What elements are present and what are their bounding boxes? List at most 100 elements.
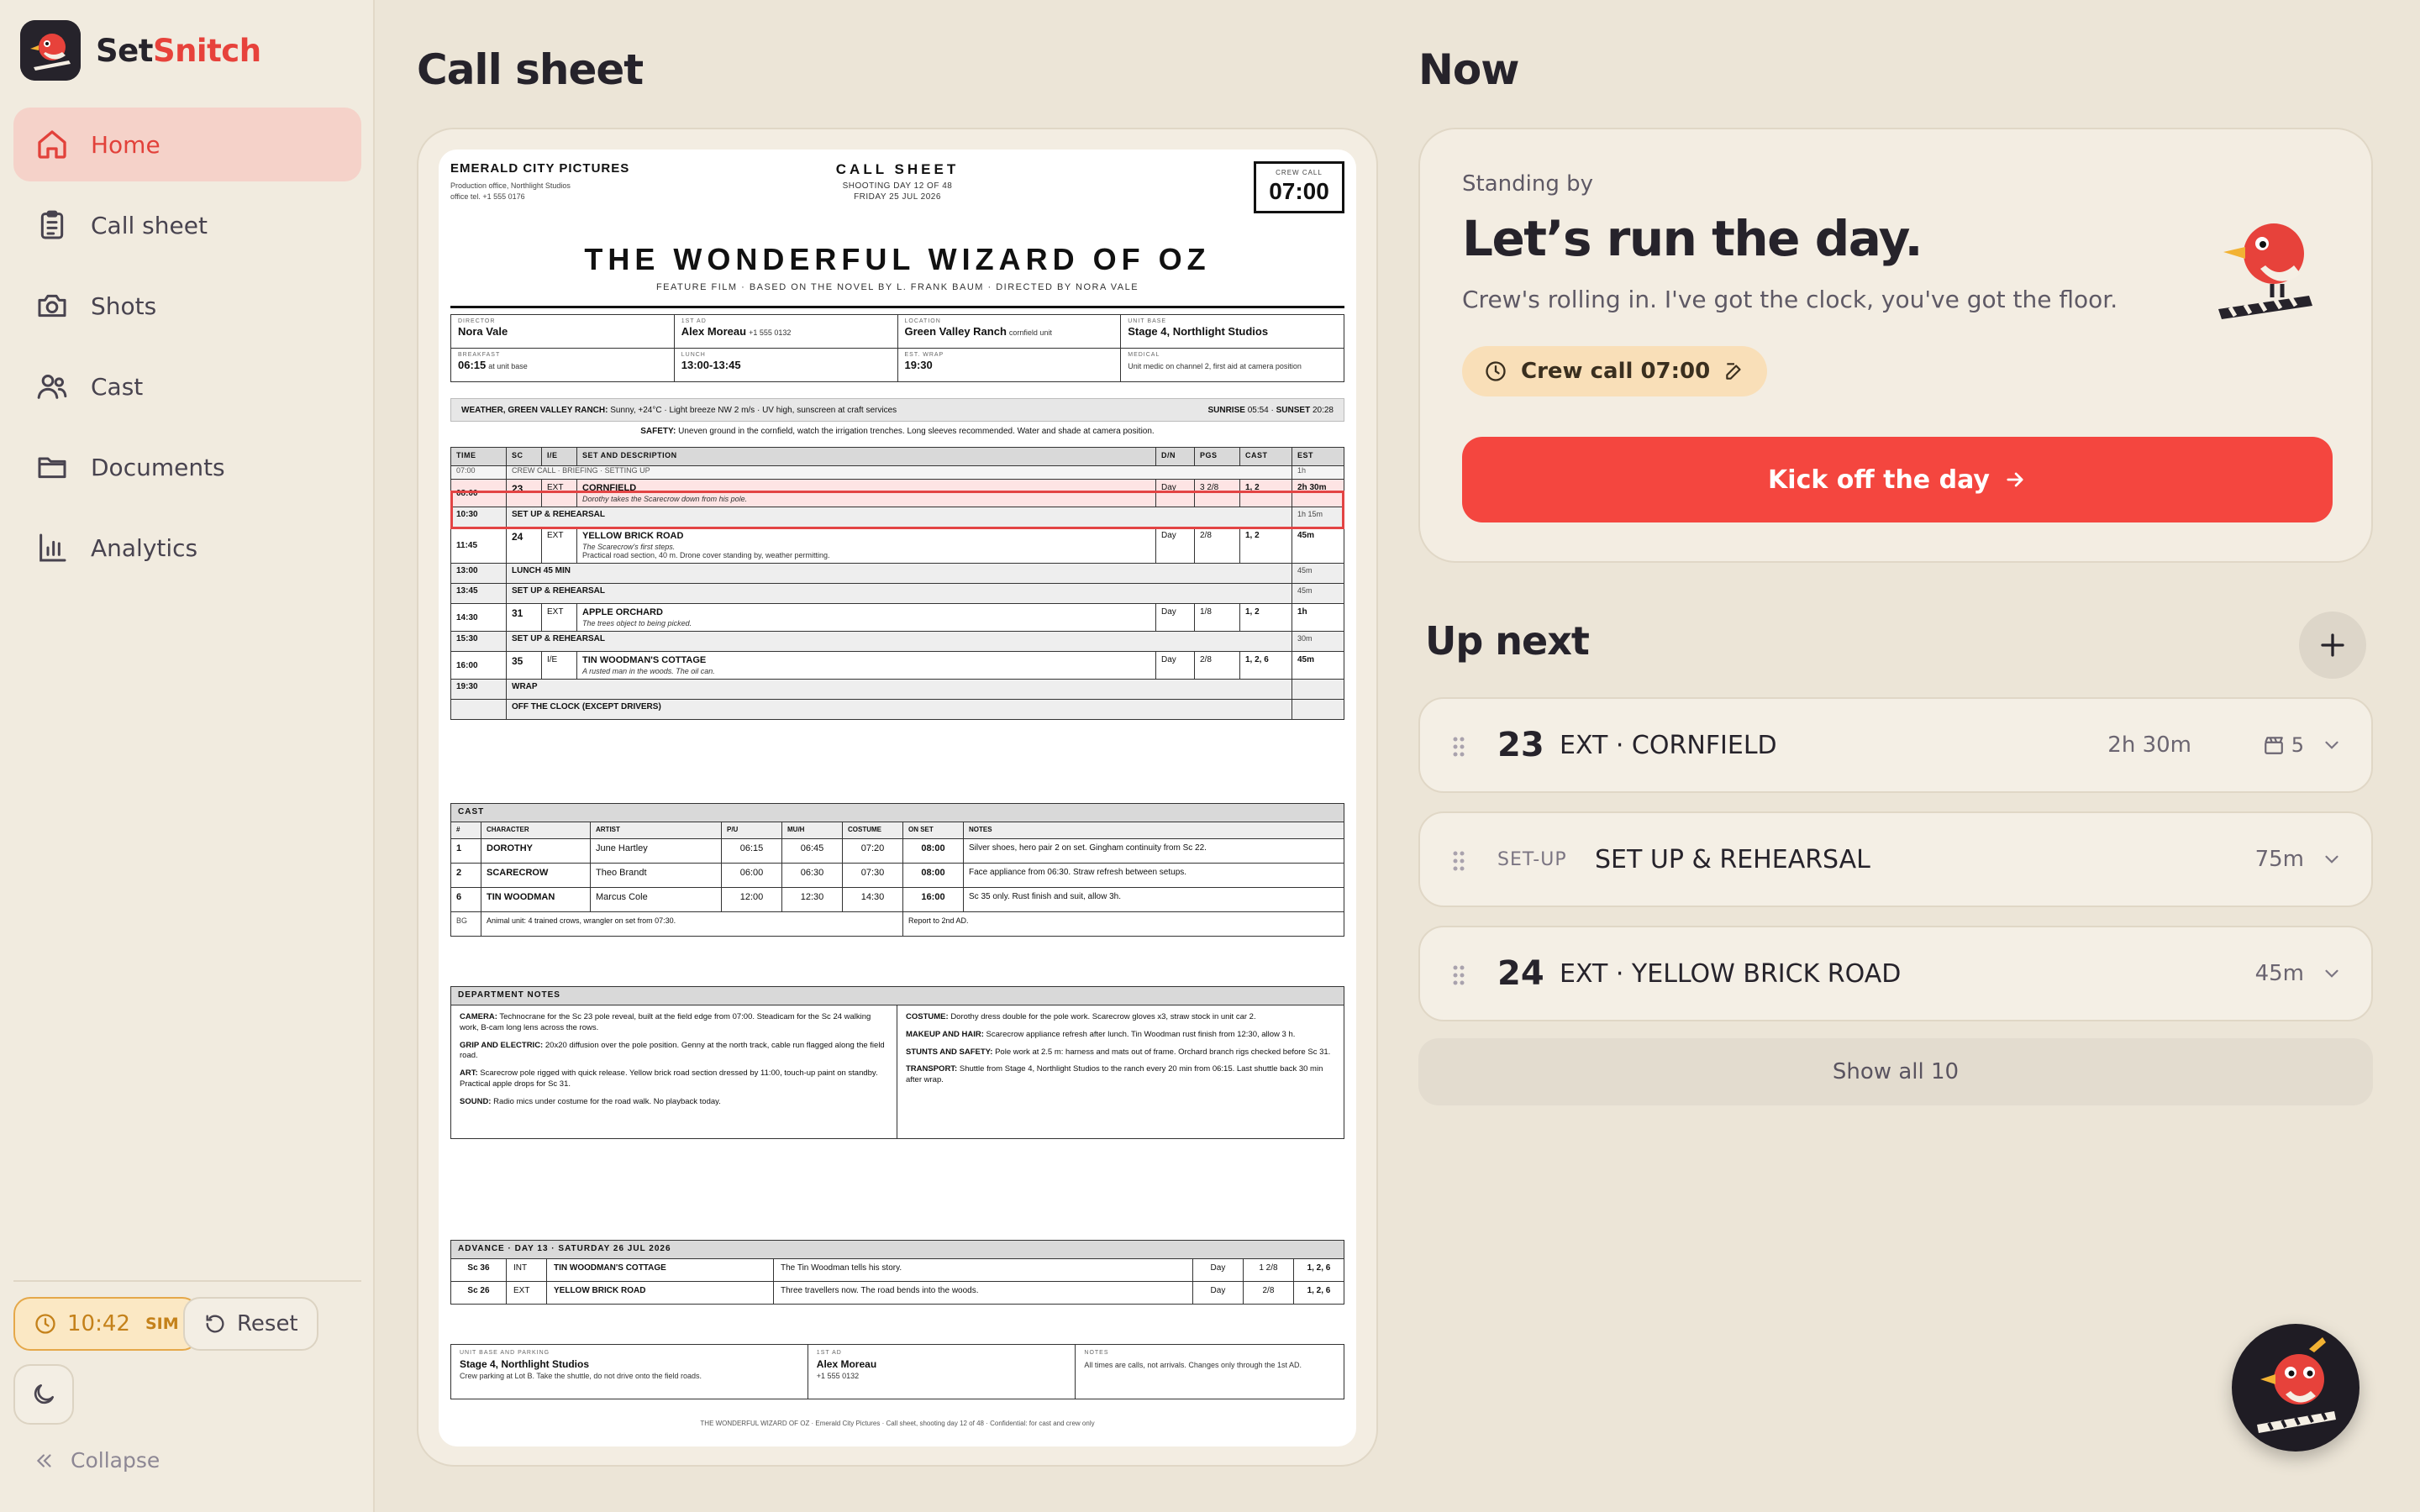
sidebar-item-cast[interactable]: Cast — [13, 349, 361, 423]
schedule-band-row[interactable]: 13:00 LUNCH 45 MIN 45m — [450, 563, 1344, 584]
sim-clock-time: 10:42 — [67, 1311, 130, 1336]
cast-table: CAST # CHARACTER ARTIST P/U MU/H COSTUME ON SE… — [450, 803, 1344, 937]
reset-icon — [206, 1315, 224, 1333]
crew-call-row: 07:00 CREW CALL · BRIEFING · SETTING UP 1h — [450, 465, 1344, 480]
sidebar-item-call-sheet[interactable]: Call sheet — [13, 188, 361, 262]
call-sheet-card: EMERALD CITY PICTURES Production office,… — [417, 128, 1378, 1467]
cast-caption: CAST — [450, 803, 1344, 822]
schedule-band-row[interactable]: 10:30 SET UP & REHEARSAL 1h 15m — [450, 507, 1344, 528]
sidebar-item-shots[interactable]: Shots — [13, 269, 361, 343]
schedule-band-row[interactable]: 19:30 WRAP — [450, 679, 1344, 700]
schedule-band-row[interactable]: OFF THE CLOCK (EXCEPT DRIVERS) — [450, 699, 1344, 720]
theme-toggle-button[interactable] — [13, 1364, 74, 1425]
cast-row[interactable]: 2 SCARECROW Theo Brandt 06:00 06:30 07:30 08:0… — [450, 863, 1344, 888]
sidebar-item-analytics[interactable]: Analytics — [13, 511, 361, 585]
up-next-item[interactable]: 24 EXT · YELLOW BRICK ROAD 45m — [1418, 926, 2373, 1021]
call-sheet-document[interactable]: EMERALD CITY PICTURES Production office,… — [439, 150, 1356, 1446]
chevron-down-icon[interactable] — [2321, 848, 2343, 870]
current-scene-row[interactable]: 08:00 23 EXT CORNFIELD Dorothy takes the Sca… — [450, 479, 1344, 507]
footer-first-ad: Alex Moreau — [816, 1358, 877, 1370]
add-scene-button[interactable] — [2299, 612, 2366, 679]
plus-icon — [2321, 633, 2344, 657]
now-heading: Now — [1418, 45, 1519, 94]
sidebar-item-documents[interactable]: Documents — [13, 430, 361, 504]
now-card: Standing by Let’s run the day. Crew's ro… — [1418, 128, 2373, 563]
status-eyebrow: Standing by — [1462, 171, 1593, 197]
scene-duration: 45m — [2254, 961, 2304, 986]
sim-badge: SIM — [145, 1315, 179, 1333]
schedule-scene-row[interactable]: 14:30 31 EXT APPLE ORCHARD The trees object … — [450, 603, 1344, 632]
department-notes: DEPARTMENT NOTES CAMERA: Technocrane for… — [450, 986, 1344, 1139]
dept-notes-left: CAMERA: Technocrane for the Sc 23 pole r… — [451, 1005, 897, 1138]
schedule-band-row[interactable]: 15:30 SET UP & REHEARSAL 30m — [450, 631, 1344, 652]
dept-note: ART: Scarecrow pole rigged with quick re… — [460, 1068, 878, 1089]
schedule-band-row[interactable]: 13:45 SET UP & REHEARSAL 45m — [450, 583, 1344, 604]
schedule-scene-row[interactable]: 11:45 24 EXT YELLOW BRICK ROAD The Scarecrow… — [450, 527, 1344, 564]
sidebar-item-home[interactable]: Home — [13, 108, 361, 181]
advance-row[interactable]: Sc 26 EXT YELLOW BRICK ROAD Three traveller… — [450, 1281, 1345, 1305]
cast-col-header: P/U — [721, 822, 782, 839]
dept-note: SOUND: Radio mics under costume for the … — [460, 1096, 721, 1106]
schedule-scene-row[interactable]: 16:00 35 I/E TIN WOODMAN'S COTTAGE A rusted … — [450, 651, 1344, 680]
clipboard-icon — [40, 210, 64, 239]
edit-icon[interactable] — [1723, 360, 1745, 382]
assistant-fab[interactable] — [2232, 1324, 2360, 1452]
title-rule — [450, 306, 1344, 308]
home-icon — [38, 130, 66, 159]
production-info-grid: DIRECTOR Nora Vale 1ST AD Alex Moreau +1 55… — [450, 314, 1344, 382]
up-next-item[interactable]: SET-UP SET UP & REHEARSAL 75m — [1418, 811, 2373, 907]
advance-row[interactable]: Sc 36 INT TIN WOODMAN'S COTTAGE The Tin Woo… — [450, 1258, 1345, 1282]
schedule-col-header: PGS — [1194, 447, 1240, 466]
cast-row[interactable]: 1 DOROTHY June Hartley 06:15 06:45 07:20 08:00… — [450, 838, 1344, 864]
drag-handle-icon[interactable] — [1452, 850, 1465, 872]
shooting-date: FRIDAY 25 JUL 2026 — [854, 192, 941, 202]
collapse-sidebar-button[interactable]: Collapse — [34, 1448, 160, 1473]
footer-notes: All times are calls, not arrivals. Chang… — [1084, 1361, 1302, 1369]
clock-icon — [35, 1314, 55, 1334]
sidebar-nav: Home Call sheet Shots Cast Documents Ana… — [13, 108, 361, 591]
crow-assistant-icon — [2257, 1337, 2336, 1433]
cast-col-header: COSTUME — [842, 822, 903, 839]
show-all-button[interactable]: Show all 10 — [1418, 1038, 2373, 1105]
now-subtext: Crew's rolling in. I've got the clock, y… — [1462, 286, 2118, 313]
weather-text: Sunny, +24°C · Light breeze NW 2 m/s · U… — [610, 405, 897, 415]
scene-name: SET UP & REHEARSAL — [1595, 844, 1870, 874]
schedule-col-header: EST — [1292, 447, 1344, 466]
schedule-col-header: SC — [506, 447, 542, 466]
medical-value: Unit medic on channel 2, first aid at ca… — [1128, 362, 1302, 370]
kick-off-label: Kick off the day — [1768, 465, 1990, 495]
scene-type-label: SET-UP — [1497, 848, 1567, 870]
bg-note: Animal unit: 4 trained crows, wrangler o… — [481, 911, 903, 937]
cast-col-header: # — [450, 822, 481, 839]
crew-call-time: 07:00 — [1269, 178, 1329, 204]
dept-note: COSTUME: Dorothy dress double for the po… — [906, 1012, 1256, 1021]
drag-handle-icon[interactable] — [1452, 736, 1465, 758]
safety-note: SAFETY: Uneven ground in the cornfield, … — [640, 427, 1155, 436]
sidebar-item-label: Shots — [91, 291, 157, 320]
now-headline: Let’s run the day. — [1462, 210, 1923, 267]
drag-handle-icon[interactable] — [1452, 964, 1465, 986]
crew-call-pill[interactable]: Crew call 07:00 — [1462, 346, 1768, 396]
dept-note: MAKEUP AND HAIR: Scarecrow appliance ref… — [906, 1029, 1296, 1039]
crew-call-box: CREW CALL 07:00 — [1254, 161, 1344, 213]
crow-mascot-icon — [2218, 223, 2312, 319]
sidebar: SetSnitch Home Call sheet Shots Cast Doc… — [0, 0, 375, 1512]
chevron-down-icon[interactable] — [2321, 734, 2343, 756]
chevron-down-icon[interactable] — [2321, 963, 2343, 984]
up-next-item[interactable]: 23 EXT · CORNFIELD 2h 30m 5 — [1418, 697, 2373, 793]
reset-label: Reset — [237, 1311, 298, 1336]
cast-col-header: MU/H — [781, 822, 843, 839]
camera-icon — [38, 294, 66, 318]
app-logo[interactable]: SetSnitch — [20, 20, 261, 81]
cast-row[interactable]: 6 TIN WOODMAN Marcus Cole 12:00 12:30 14:30 16… — [450, 887, 1344, 912]
moon-icon — [34, 1384, 54, 1404]
bar-chart-icon — [39, 533, 66, 562]
scene-duration: 2h 30m — [2107, 732, 2191, 758]
schedule-col-header: D/N — [1155, 447, 1195, 466]
sim-clock-button[interactable]: 10:42 SIM — [13, 1297, 199, 1351]
kick-off-day-button[interactable]: Kick off the day — [1462, 437, 2333, 522]
schedule-table: TIME SC I/E SET AND DESCRIPTION D/N PGS CAST ES… — [450, 447, 1344, 720]
cast-col-header: NOTES — [963, 822, 1344, 839]
reset-button[interactable]: Reset — [183, 1297, 318, 1351]
film-subtitle: FEATURE FILM · BASED ON THE NOVEL BY L. … — [655, 282, 1139, 292]
